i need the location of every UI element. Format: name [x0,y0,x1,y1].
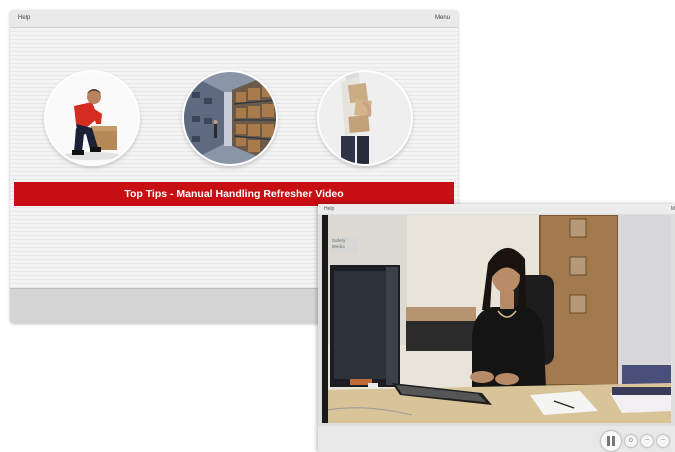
player-menu-link[interactable]: M [671,206,675,212]
control-button-2[interactable]: − [641,435,653,447]
menu-link[interactable]: Menu [435,15,450,21]
menu-window-topbar: Help Menu [10,10,458,28]
thumbnail-warehouse[interactable] [184,72,276,164]
thumbnail-carrying-boxes[interactable] [319,72,411,164]
player-topbar: Help M [318,204,675,214]
person-lifting-box-illustration [46,72,138,164]
warehouse-shelves-illustration [184,72,276,164]
player-help-link[interactable]: Help [324,206,334,212]
video-frame[interactable]: Safety Media [322,215,671,423]
pause-icon[interactable] [601,431,621,451]
video-player-window: Help M Safety Media o − − [318,204,675,452]
person-carrying-boxes-illustration [319,72,411,164]
video-watermark: Safety Media [332,238,346,249]
video-title-banner: Top Tips - Manual Handling Refresher Vid… [14,182,454,206]
control-button-3[interactable]: − [657,435,669,447]
help-link[interactable]: Help [18,15,30,21]
office-scene-video-still [322,215,671,423]
player-controls: o − − [318,426,675,452]
control-button-1[interactable]: o [625,435,637,447]
thumbnail-lifting-box[interactable] [46,72,138,164]
